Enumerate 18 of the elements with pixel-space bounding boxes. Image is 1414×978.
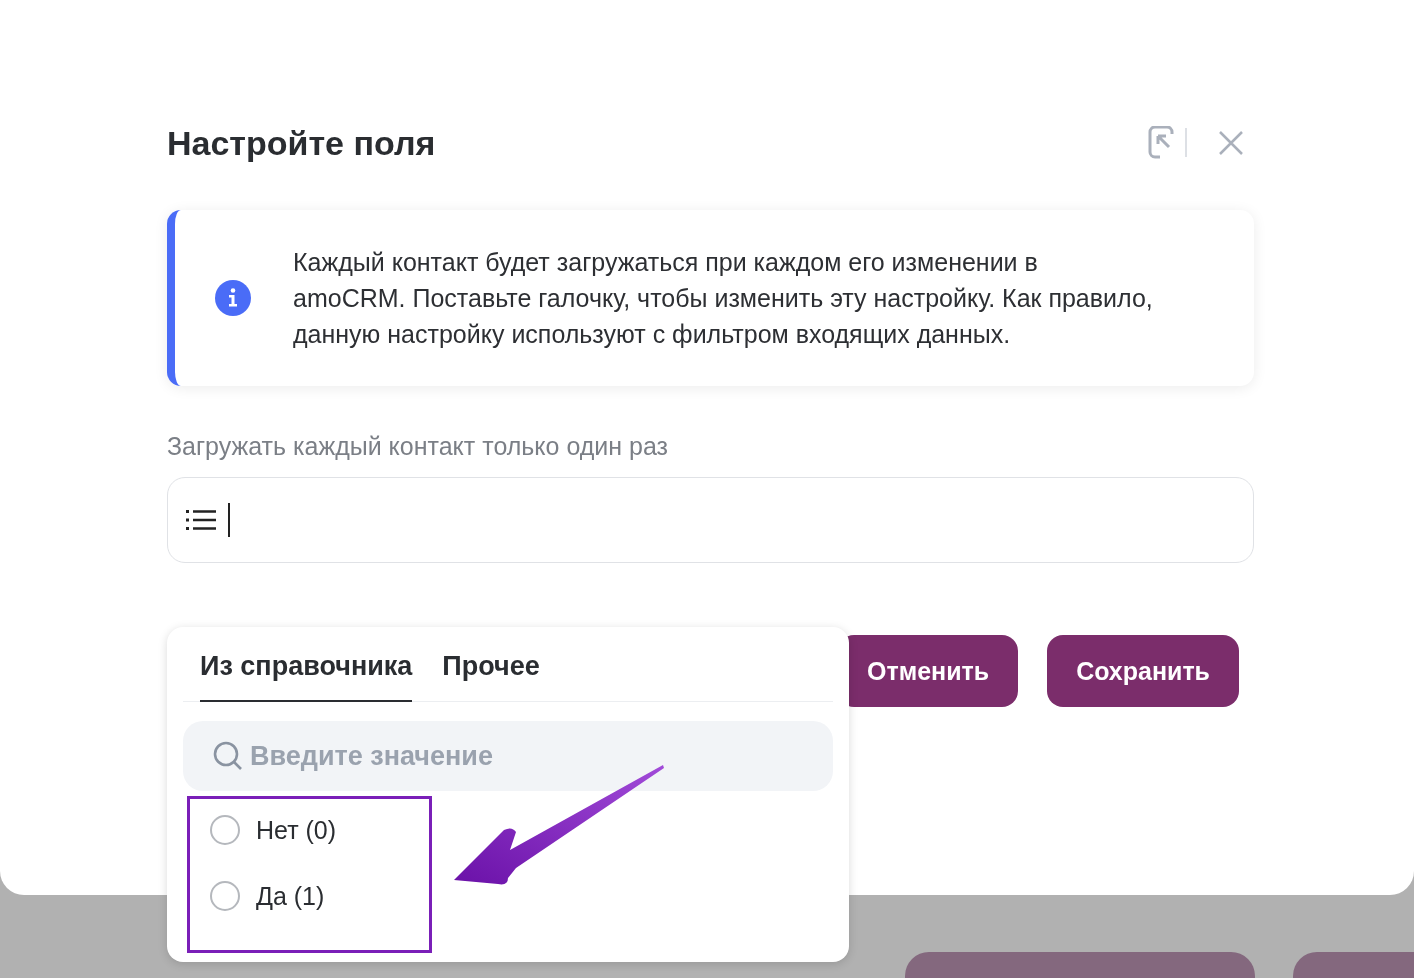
tab[interactable]: Из справочника [200,645,413,702]
info-text: Каждый контакт будет загружаться при каждом его изменении в amoCRM. Поставьте галочку, чтобы изменить эту настройку. Как правило, данную настройку используют с фильтром входящих данных. [293,247,1154,350]
search-field[interactable]: Введите значение [183,721,833,791]
info-icon [215,280,251,316]
tab[interactable]: Прочее [442,645,540,702]
option-item[interactable]: Да (1) [210,881,325,911]
collapse-icon[interactable] [1148,126,1188,160]
close-icon[interactable] [1218,130,1244,156]
dialog-button[interactable]: Сохранить [1047,635,1239,707]
search-icon [213,741,243,771]
select-field[interactable] [167,477,1254,563]
option-item[interactable]: Нет (0) [210,815,337,845]
list-icon [186,508,216,532]
text-caret [228,503,230,537]
radio-button[interactable] [210,881,240,911]
field-label: Загружать каждый контакт только один раз [167,432,670,461]
radio-button[interactable] [210,815,240,845]
dialog-title: Настройте поля [167,123,436,163]
